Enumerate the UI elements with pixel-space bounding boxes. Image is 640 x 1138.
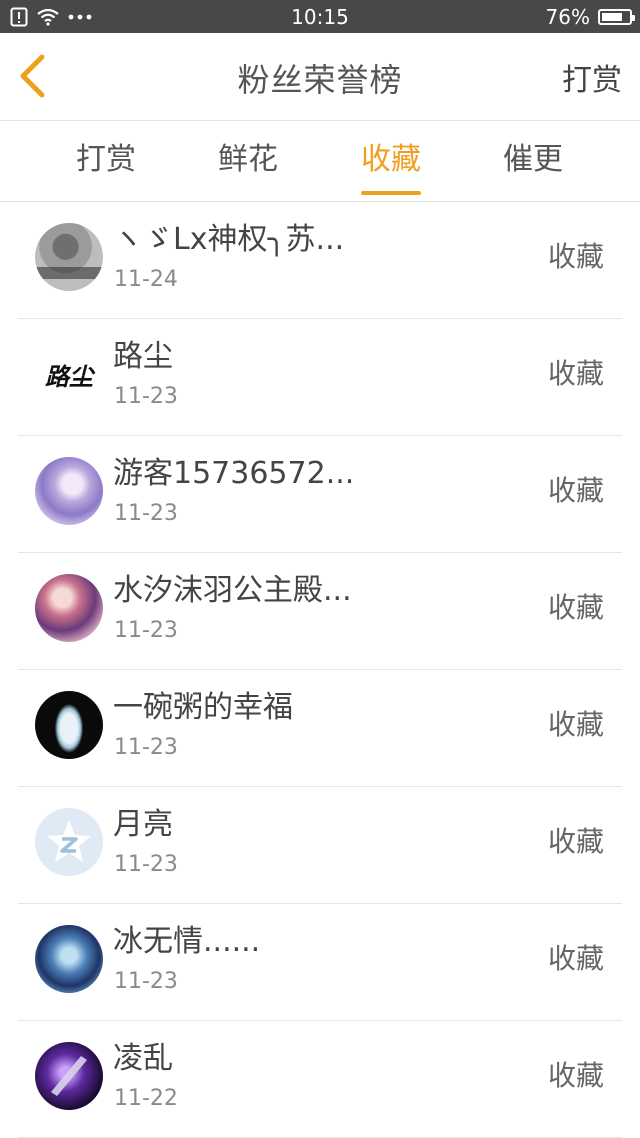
- fan-date: 11-22: [114, 1086, 178, 1111]
- page-title: 粉丝荣誉榜: [237, 61, 403, 99]
- battery-icon: [598, 9, 635, 25]
- tab-label: 收藏: [361, 142, 421, 177]
- fan-row[interactable]: 月亮 11-23 收藏: [18, 787, 622, 904]
- status-time: 10:15: [291, 5, 349, 29]
- fan-row[interactable]: ヽゞLx神权╮苏... 11-24 收藏: [18, 202, 622, 319]
- fan-name: 月亮: [113, 807, 173, 842]
- fan-name: 路尘: [113, 339, 173, 374]
- photo-avatar: [35, 223, 103, 291]
- tab-label: 鲜花: [218, 142, 278, 177]
- anime-avatar: [35, 925, 103, 993]
- sword-icon: [51, 1056, 87, 1096]
- sword-avatar: [35, 1042, 103, 1110]
- fan-name: 冰无情......: [113, 924, 261, 959]
- fan-action: 收藏: [547, 474, 604, 507]
- fan-row[interactable]: 冰无情...... 11-23 收藏: [18, 904, 622, 1021]
- fan-date: 11-24: [114, 267, 178, 292]
- fan-list: ヽゞLx神权╮苏... 11-24 收藏 路尘 路尘 11-23 收藏 游客15…: [0, 202, 640, 1138]
- fan-row[interactable]: 游客15736572... 11-23 收藏: [18, 436, 622, 553]
- fan-name: 凌乱: [113, 1041, 173, 1076]
- fan-row[interactable]: 凌乱 11-22 收藏: [18, 1021, 622, 1138]
- tab-flowers[interactable]: 鲜花: [188, 121, 308, 201]
- anime-avatar: [35, 574, 103, 642]
- status-bar: 10:15 76%: [0, 0, 640, 33]
- tab-label: 打赏: [76, 142, 136, 177]
- fan-row[interactable]: 一碗粥的幸福 11-23 收藏: [18, 670, 622, 787]
- fan-date: 11-23: [114, 501, 178, 526]
- avatar-text: 路尘: [45, 361, 93, 391]
- fan-name: 一碗粥的幸福: [113, 690, 293, 725]
- fan-date: 11-23: [114, 618, 178, 643]
- fan-action: 收藏: [547, 825, 604, 858]
- fan-name: 水汐沫羽公主殿...: [113, 573, 352, 608]
- status-icons-right: 76%: [545, 4, 635, 30]
- top-app-bar: 粉丝荣誉榜 打赏: [0, 33, 640, 121]
- fan-date: 11-23: [114, 969, 178, 994]
- fan-action: 收藏: [547, 1059, 604, 1092]
- star-icon: [47, 820, 91, 862]
- fan-action: 收藏: [547, 240, 604, 273]
- tab-urge[interactable]: 催更: [473, 121, 593, 201]
- battery-level: [602, 13, 622, 21]
- tab-bar: 打赏 鲜花 收藏 催更: [0, 121, 640, 202]
- fan-action: 收藏: [547, 942, 604, 975]
- fan-action: 收藏: [547, 708, 604, 741]
- anime-avatar: [35, 457, 103, 525]
- fan-row[interactable]: 路尘 路尘 11-23 收藏: [18, 319, 622, 436]
- fan-row[interactable]: 水汐沫羽公主殿... 11-23 收藏: [18, 553, 622, 670]
- tab-label: 催更: [503, 142, 563, 177]
- fan-name: 游客15736572...: [113, 456, 355, 491]
- reward-button[interactable]: 打赏: [562, 61, 622, 101]
- fan-date: 11-23: [114, 384, 178, 409]
- fan-date: 11-23: [114, 852, 178, 877]
- default-star-avatar: [35, 808, 103, 876]
- tab-collect[interactable]: 收藏: [331, 121, 451, 201]
- tab-reward[interactable]: 打赏: [46, 121, 166, 201]
- fan-name: ヽゞLx神权╮苏...: [113, 222, 345, 257]
- battery-percent: 76%: [545, 5, 590, 29]
- active-tab-indicator: [361, 191, 421, 195]
- anime-avatar: [35, 691, 103, 759]
- calligraphy-avatar: 路尘: [35, 340, 103, 408]
- fan-action: 收藏: [547, 357, 604, 390]
- fan-action: 收藏: [547, 591, 604, 624]
- fan-date: 11-23: [114, 735, 178, 760]
